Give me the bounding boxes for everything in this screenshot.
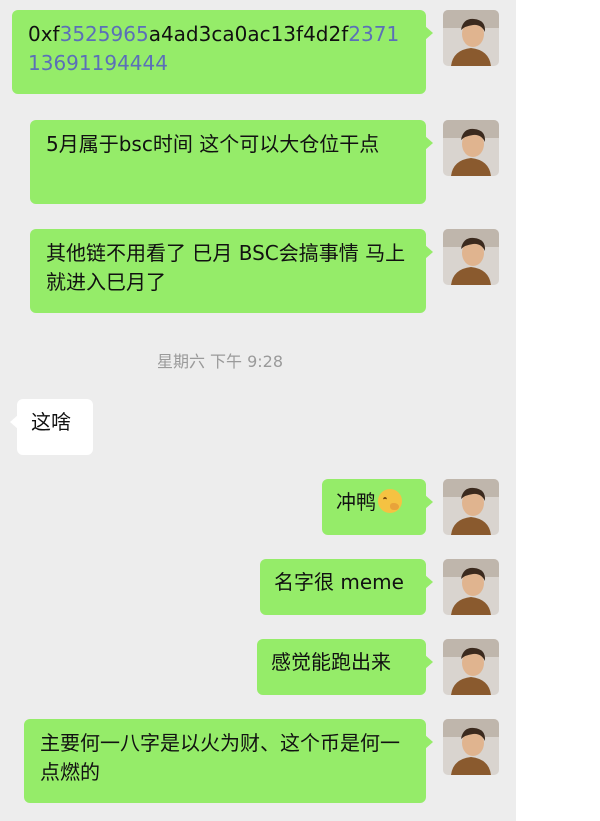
message-text: 名字很 meme bbox=[274, 570, 404, 594]
user-avatar-icon bbox=[443, 10, 499, 66]
message-text: 其他链不用看了 巳月 BSC会搞事情 马上就进入巳月了 bbox=[46, 241, 406, 294]
message-text: 0xf bbox=[28, 22, 60, 46]
user-avatar-icon bbox=[443, 479, 499, 535]
message-text: a4ad3ca0ac13f4d2f bbox=[148, 22, 349, 46]
message-bubble[interactable]: 主要何一八字是以火为财、这个币是何一点燃的 bbox=[24, 719, 433, 803]
message-bubble[interactable]: 其他链不用看了 巳月 BSC会搞事情 马上就进入巳月了 bbox=[30, 229, 433, 313]
message-text: 感觉能跑出来 bbox=[271, 650, 391, 674]
avatar[interactable] bbox=[443, 229, 499, 285]
avatar[interactable] bbox=[443, 559, 499, 615]
message-text: 冲鸭 bbox=[336, 490, 376, 514]
user-avatar-icon bbox=[443, 559, 499, 615]
message-link[interactable]: 237 bbox=[348, 22, 386, 46]
message-text: 5月属于bsc时间 这个可以大仓位干点 bbox=[46, 132, 380, 156]
avatar[interactable] bbox=[443, 639, 499, 695]
message-bubble[interactable]: 0xf3525965a4ad3ca0ac13f4d2f2371136911944… bbox=[12, 10, 433, 94]
thinking-face-icon bbox=[378, 489, 402, 513]
user-avatar-icon bbox=[443, 639, 499, 695]
user-avatar-icon bbox=[443, 719, 499, 775]
avatar[interactable] bbox=[443, 120, 499, 176]
avatar[interactable] bbox=[443, 10, 499, 66]
message-link[interactable]: 3525965 bbox=[60, 22, 149, 46]
user-avatar-icon bbox=[443, 229, 499, 285]
message-bubble[interactable]: 这啥 bbox=[10, 399, 93, 455]
message-bubble[interactable]: 冲鸭 bbox=[322, 479, 433, 535]
message-text: 这啥 bbox=[31, 410, 71, 434]
message-bubble[interactable]: 感觉能跑出来 bbox=[257, 639, 433, 695]
chat-area: 0xf3525965a4ad3ca0ac13f4d2f2371136911944… bbox=[0, 0, 516, 821]
message-text: 主要何一八字是以火为财、这个币是何一点燃的 bbox=[40, 731, 400, 784]
avatar[interactable] bbox=[443, 719, 499, 775]
chat-timestamp: 星期六 下午 9:28 bbox=[156, 352, 284, 371]
user-avatar-icon bbox=[443, 120, 499, 176]
message-bubble[interactable]: 名字很 meme bbox=[260, 559, 433, 615]
avatar[interactable] bbox=[443, 479, 499, 535]
message-bubble[interactable]: 5月属于bsc时间 这个可以大仓位干点 bbox=[30, 120, 433, 204]
